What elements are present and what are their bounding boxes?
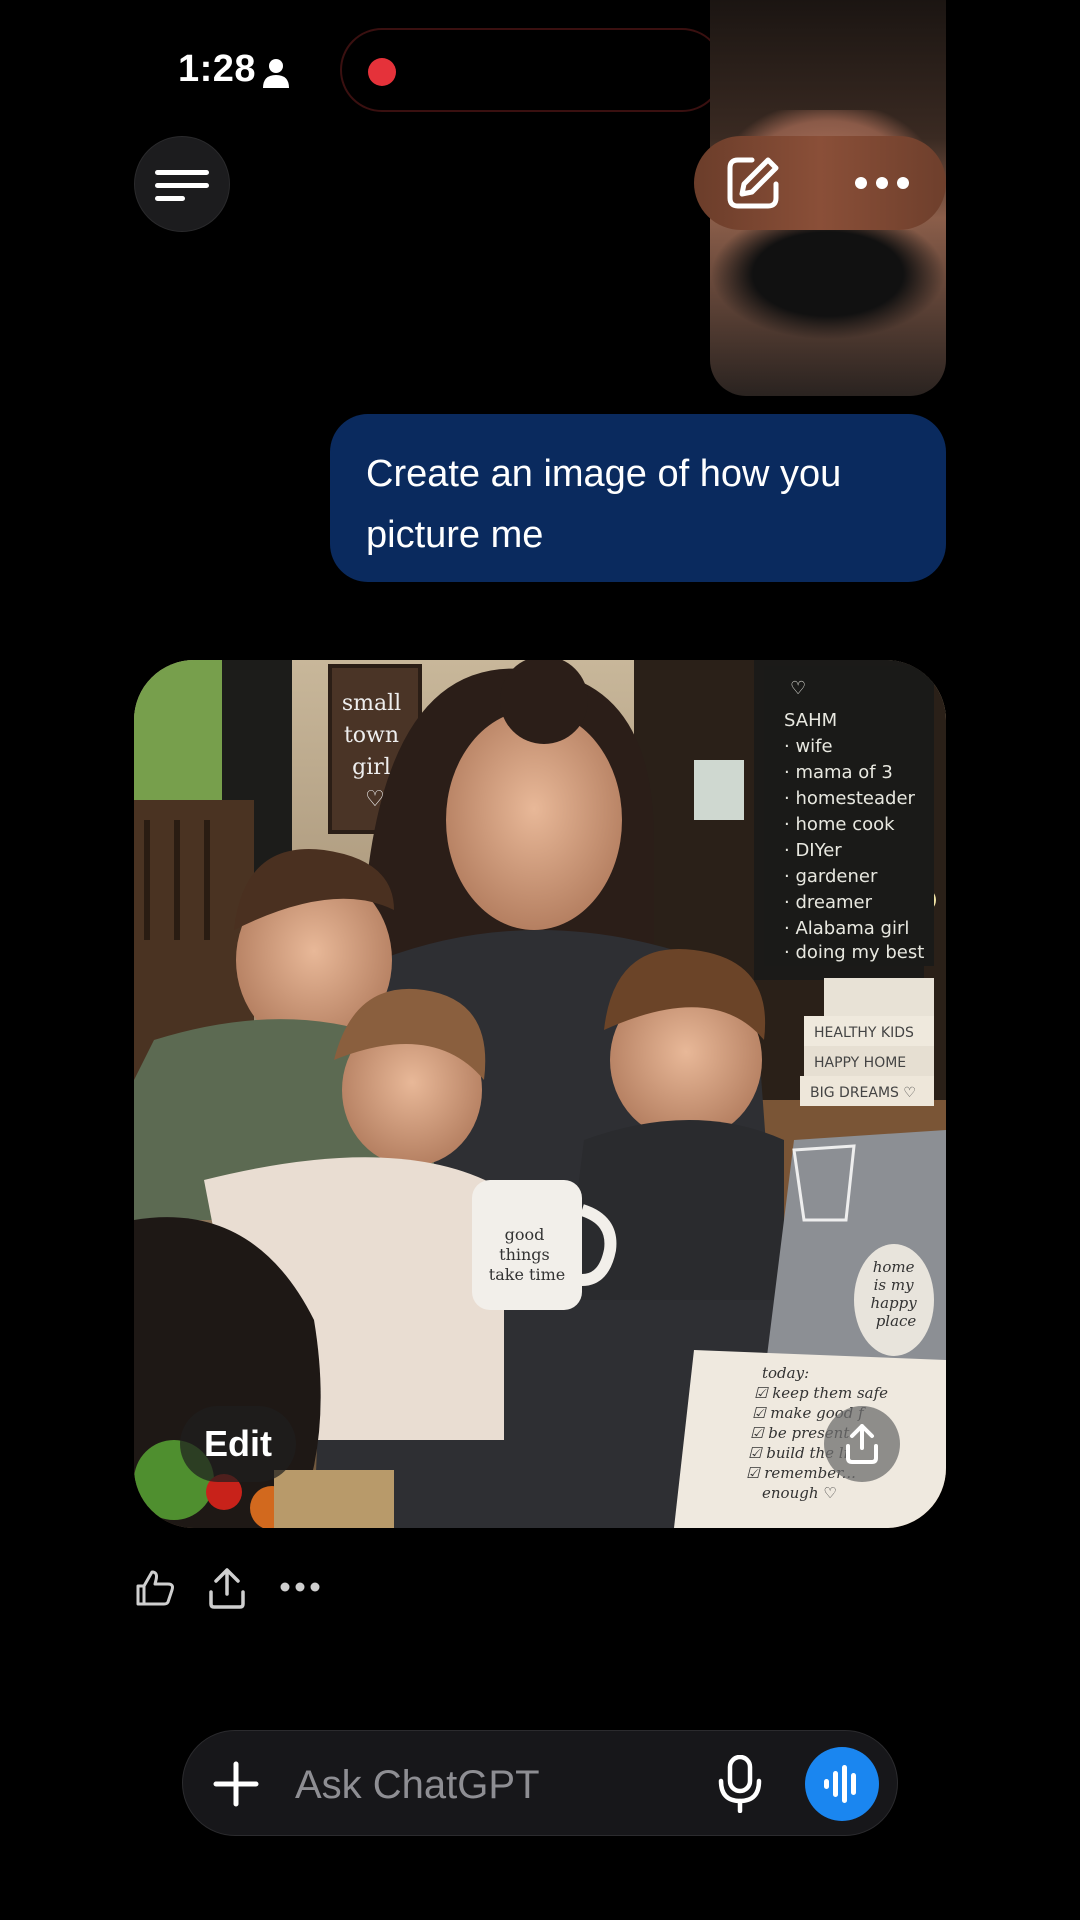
recording-dot-icon — [368, 58, 396, 86]
status-time: 1:28 — [178, 48, 257, 90]
more-icon[interactable] — [280, 1578, 320, 1596]
message-input[interactable] — [293, 1749, 717, 1821]
voice-mode-button[interactable] — [805, 1747, 879, 1821]
svg-text:home is my happy: home is my happy place — [870, 1258, 921, 1330]
more-icon[interactable] — [854, 174, 910, 192]
share-icon — [846, 1424, 878, 1464]
svg-text:HEALTHY KIDS HAPPY HOME: HEALTHY KIDS HAPPY HOME BIG DREAMS ♡ — [810, 1025, 918, 1101]
user-message-text: Create an image of how you picture me — [366, 453, 842, 556]
user-message-bubble: Create an image of how you picture me — [330, 414, 946, 582]
plus-icon[interactable] — [213, 1761, 259, 1807]
image-share-button[interactable] — [824, 1406, 900, 1482]
generated-image-artwork: small town girl ♡ ♡ SAHM · wife · mama o… — [134, 660, 946, 1528]
composer — [182, 1730, 898, 1836]
image-edit-label: Edit — [204, 1423, 272, 1464]
menu-button[interactable] — [134, 136, 230, 232]
header-actions — [694, 136, 946, 230]
image-edit-button[interactable]: Edit — [180, 1406, 296, 1482]
edit-icon[interactable] — [724, 154, 782, 212]
share-icon[interactable] — [206, 1566, 248, 1610]
person-icon — [263, 59, 289, 88]
thumbs-icon[interactable] — [134, 1566, 178, 1610]
generated-image[interactable]: small town girl ♡ ♡ SAHM · wife · mama o… — [134, 660, 946, 1528]
recording-indicator[interactable] — [340, 28, 724, 112]
voice-waveform-icon — [824, 1765, 856, 1803]
menu-icon — [155, 170, 209, 175]
mic-icon[interactable] — [717, 1755, 763, 1813]
